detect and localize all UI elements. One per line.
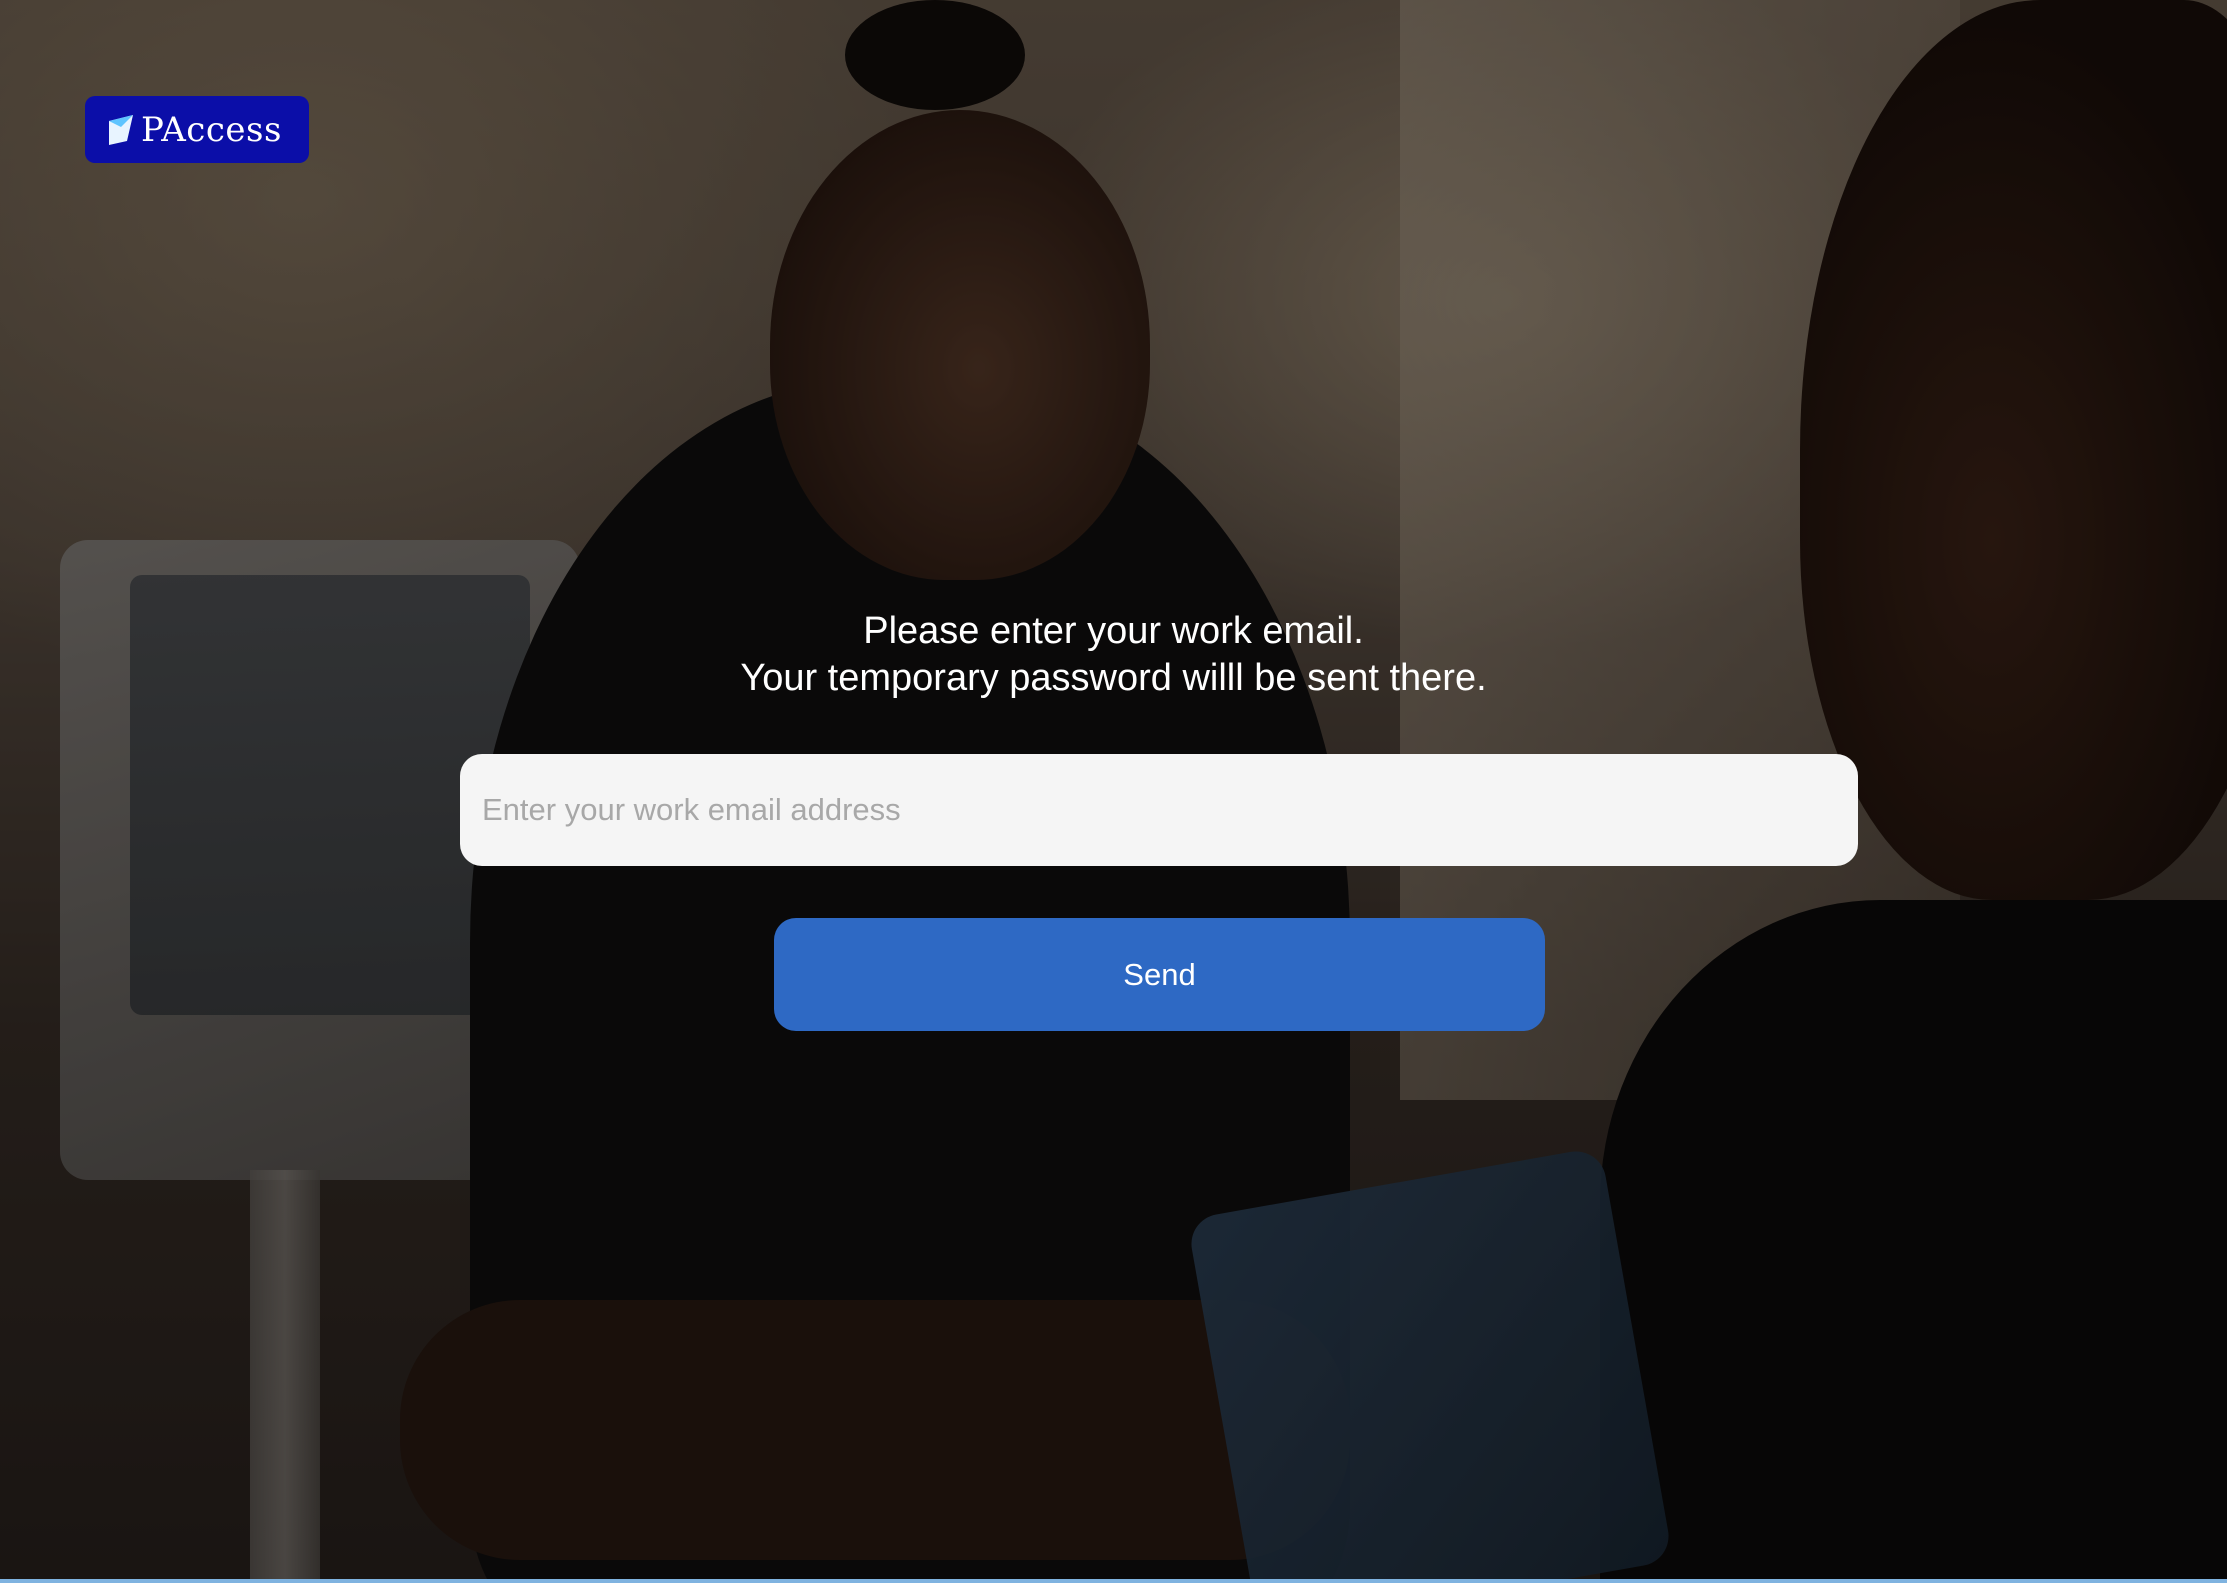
instruction-line-1: Please enter your work email. xyxy=(863,610,1364,652)
frame-border xyxy=(0,1579,2227,1583)
app-logo: PAccess xyxy=(85,96,309,163)
login-screen: PAccess Please enter your work email. Yo… xyxy=(0,0,2227,1583)
instruction-message: Please enter your work email. Your tempo… xyxy=(0,608,2227,702)
send-button[interactable]: Send xyxy=(774,918,1545,1031)
instruction-line-2: Your temporary password willl be sent th… xyxy=(740,657,1487,699)
logo-text: PAccess xyxy=(141,109,282,150)
paccess-logo-mark-icon xyxy=(107,114,135,145)
email-input[interactable] xyxy=(460,754,1858,866)
